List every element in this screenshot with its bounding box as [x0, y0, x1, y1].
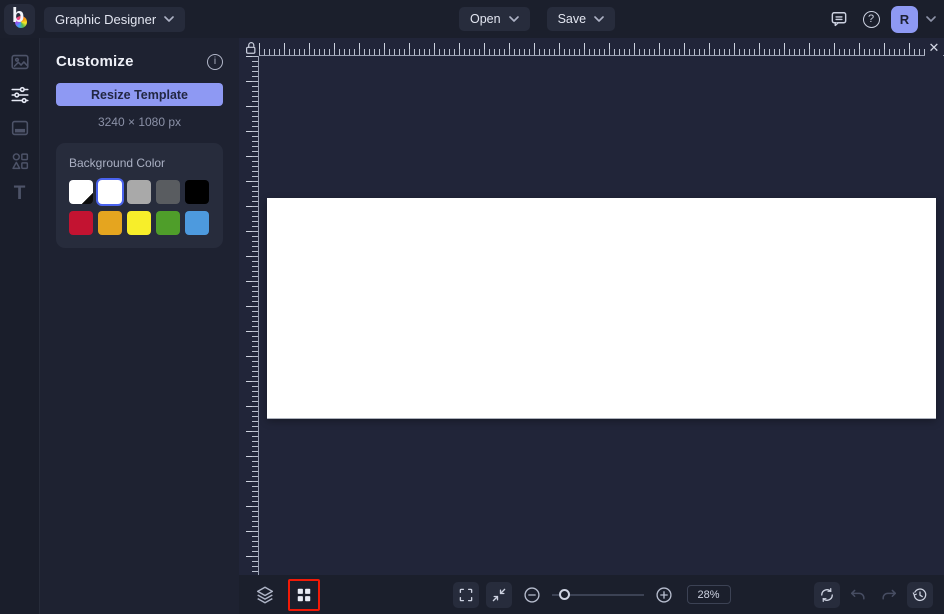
swatch-white[interactable] — [98, 180, 122, 204]
redo-button[interactable] — [876, 582, 902, 608]
swatch-blue[interactable] — [185, 211, 209, 235]
app-logo[interactable]: b — [4, 3, 35, 35]
sliders-icon — [10, 86, 29, 104]
swatch-crimson[interactable] — [69, 211, 93, 235]
layers-button[interactable] — [252, 582, 278, 608]
mode-selector-button[interactable]: Graphic Designer — [44, 6, 186, 32]
text-tool-icon: T — [13, 183, 26, 204]
swatch-transparent[interactable] — [69, 180, 93, 204]
vertical-ruler[interactable] — [242, 56, 259, 575]
canvas-stage: ✕ 28% — [239, 38, 944, 614]
sidebar-item-graphics[interactable] — [8, 149, 32, 173]
image-icon — [10, 54, 29, 70]
toolbar-left-group — [239, 578, 320, 611]
background-color-card: Background Color — [56, 143, 223, 248]
horizontal-ruler[interactable] — [259, 40, 944, 56]
zoom-slider[interactable] — [551, 588, 644, 602]
fullscreen-icon — [459, 588, 472, 601]
minus-circle-icon — [523, 586, 540, 603]
swatch-light-gray[interactable] — [127, 180, 151, 204]
logo-letter: b — [12, 4, 25, 27]
zoom-out-button[interactable] — [519, 582, 545, 608]
feedback-chat-button[interactable] — [827, 7, 851, 31]
account-avatar[interactable]: R — [891, 5, 918, 33]
layout-card-icon — [11, 120, 28, 136]
top-bar: b Graphic Designer Open Save ? R — [0, 0, 944, 38]
info-icon[interactable]: i — [207, 53, 223, 70]
sidebar-item-text[interactable]: T — [8, 182, 32, 206]
tool-rail: T — [0, 38, 40, 614]
open-button[interactable]: Open — [459, 7, 530, 31]
help-button[interactable]: ? — [859, 7, 883, 31]
swatch-dark-gray[interactable] — [156, 180, 180, 204]
fit-to-screen-button[interactable] — [485, 581, 512, 608]
close-rulers-icon[interactable]: ✕ — [925, 39, 943, 56]
swatch-grid — [69, 180, 210, 235]
customize-panel: Customize i Resize Template 3240 × 1080 … — [40, 38, 239, 614]
background-color-label: Background Color — [69, 156, 166, 170]
chevron-down-icon — [508, 16, 519, 22]
redo-icon — [882, 589, 896, 599]
question-mark-icon: ? — [862, 10, 880, 28]
chevron-down-icon — [594, 16, 604, 22]
chevron-down-icon — [164, 16, 174, 22]
save-button-label: Save — [557, 12, 587, 26]
open-button-label: Open — [470, 12, 501, 26]
fullscreen-button[interactable] — [452, 581, 479, 608]
template-size-label: 3240 × 1080 px — [97, 115, 182, 129]
save-button[interactable]: Save — [546, 7, 616, 31]
swatch-orange[interactable] — [98, 211, 122, 235]
shapes-icon — [11, 153, 28, 170]
account-chevron-down-icon[interactable] — [926, 16, 936, 22]
refresh-icon — [821, 587, 833, 602]
app-window: b Graphic Designer Open Save ? R T Custo… — [0, 0, 944, 614]
undo-icon — [851, 589, 865, 599]
toolbar-right-group — [814, 581, 944, 608]
grid-icon — [297, 588, 311, 601]
resize-template-button[interactable]: Resize Template — [56, 83, 223, 106]
ruler-lock-button[interactable] — [242, 40, 259, 56]
zoom-percent-field[interactable]: 28% — [686, 585, 731, 604]
swatch-yellow[interactable] — [127, 211, 151, 235]
zoom-in-button[interactable] — [651, 582, 677, 608]
sidebar-item-customize[interactable] — [8, 83, 32, 107]
swatch-green[interactable] — [156, 211, 180, 235]
main-area: T Customize i Resize Template 3240 × 108… — [0, 38, 944, 614]
sidebar-item-image-manager[interactable] — [8, 50, 32, 74]
undo-button[interactable] — [845, 582, 871, 608]
open-padlock-icon — [245, 42, 255, 54]
plus-circle-icon — [655, 586, 672, 603]
chat-bubble-icon — [831, 12, 847, 27]
file-actions: Open Save — [459, 7, 616, 31]
zoom-controls: 28% — [452, 581, 731, 608]
sidebar-item-templates[interactable] — [8, 116, 32, 140]
history-button[interactable] — [907, 581, 933, 608]
pages-grid-button[interactable] — [292, 583, 316, 607]
panel-title: Customize — [56, 53, 134, 70]
refresh-button[interactable] — [814, 581, 840, 608]
top-right-actions: ? R — [827, 5, 944, 33]
layers-icon — [256, 585, 274, 604]
design-canvas[interactable] — [267, 198, 936, 418]
mode-selector-label: Graphic Designer — [55, 11, 157, 27]
zoom-slider-handle[interactable] — [558, 588, 570, 600]
panel-header: Customize i — [56, 53, 223, 70]
swatch-black[interactable] — [185, 180, 209, 204]
bottom-toolbar: 28% — [239, 575, 944, 614]
fit-to-screen-icon — [492, 588, 505, 601]
action-highlight — [288, 578, 320, 611]
history-clock-icon — [912, 587, 927, 601]
